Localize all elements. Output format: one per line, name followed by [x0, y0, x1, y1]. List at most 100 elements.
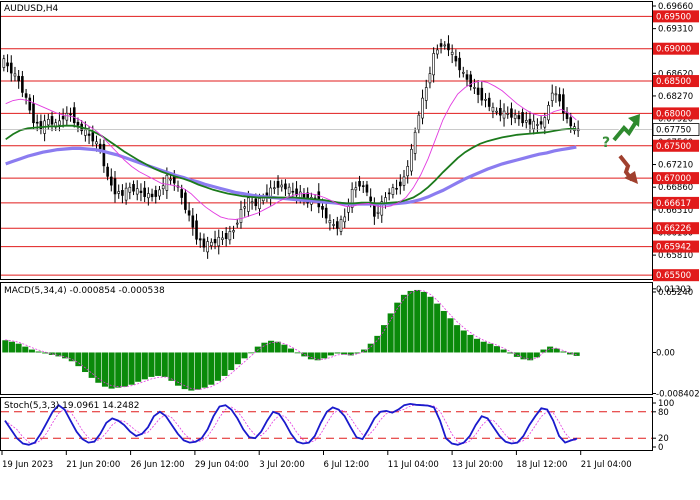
candle-body [358, 181, 361, 187]
candle-body [413, 131, 417, 154]
candle-body [191, 215, 195, 228]
candle-body [6, 62, 9, 67]
candle-body [284, 183, 287, 190]
candle-body [147, 193, 150, 199]
macd-bar [380, 325, 388, 353]
macd-bar [487, 343, 494, 353]
macd-bar [8, 341, 15, 353]
candle-body [132, 184, 135, 192]
candle-body [480, 87, 484, 101]
level-tag-label: 0.68000 [656, 109, 691, 119]
macd-bar [115, 352, 122, 388]
candle-body [510, 108, 513, 118]
macd-bar [135, 352, 142, 382]
macd-bar [234, 352, 241, 365]
candle-body [117, 191, 121, 194]
candle-body [524, 120, 528, 123]
macd-tick-label: 0.00 [656, 348, 675, 358]
macd-bar [241, 352, 248, 359]
candle-body [61, 115, 65, 120]
candle-body [328, 220, 332, 224]
candle-body [443, 44, 447, 47]
candle-body [354, 187, 358, 191]
candle-body [213, 239, 217, 244]
candle-body [332, 224, 335, 226]
candle-body [539, 121, 543, 125]
candle-body [247, 197, 250, 212]
candle-body [521, 112, 524, 124]
macd-bar [467, 334, 474, 353]
macd-bar [420, 291, 427, 353]
macd-bar [387, 313, 394, 353]
stoch-label: Stoch(5,3,3) 19.0961 14.2482 [4, 401, 139, 411]
candle-body [217, 236, 221, 247]
candle-body [110, 176, 113, 186]
price-tick-label: 0.67210 [658, 161, 693, 171]
macd-bar [28, 349, 35, 353]
candle-body [302, 193, 306, 198]
macd-bar [414, 289, 421, 353]
time-tick-label: 18 Jul 12:00 [516, 460, 567, 470]
candle-body [321, 206, 324, 210]
candle-body [91, 132, 95, 142]
current-price-label: 0.67750 [656, 126, 691, 136]
macd-bar [434, 303, 441, 353]
macd-bar [327, 352, 334, 356]
candle-body [165, 174, 169, 191]
candle-body [9, 62, 13, 74]
candle-body [184, 192, 187, 210]
question-icon: ? [602, 135, 610, 151]
candle-body [547, 105, 550, 121]
candle-body [287, 186, 291, 194]
candle-body [180, 189, 183, 198]
price-tick-label: 0.68270 [658, 92, 693, 102]
macd-bar [181, 352, 188, 390]
candle-body [106, 166, 109, 177]
candle-body [150, 193, 154, 198]
candle-body [258, 198, 261, 209]
candle-body [95, 141, 98, 145]
candle-body [154, 190, 158, 197]
candle-body [339, 219, 343, 232]
candle-body [454, 56, 458, 62]
macd-bar [108, 352, 115, 389]
candle-body [343, 216, 347, 223]
candle-body [532, 120, 535, 130]
time-tick-label: 21 Jul 04:00 [581, 460, 632, 470]
candle-body [517, 115, 521, 120]
candle-body [424, 87, 428, 101]
macd-bar [88, 352, 95, 378]
candle-body [273, 187, 276, 190]
candle-body [17, 75, 20, 82]
candle-body [336, 221, 339, 229]
candle-body [32, 103, 35, 124]
candle-body [439, 43, 443, 47]
candle-body [376, 211, 380, 214]
macd-bar [2, 340, 9, 353]
price-tick-label: 0.65810 [658, 251, 693, 261]
candle-body [347, 206, 350, 213]
candle-body [76, 121, 80, 126]
price-tick-label: 0.66860 [658, 183, 693, 193]
candle-body [198, 238, 202, 241]
candle-body [536, 124, 539, 126]
level-tag-label: 0.69000 [656, 45, 691, 55]
candle-body [502, 110, 506, 119]
candle-body [528, 118, 532, 125]
time-tick-label: 3 Jul 20:00 [259, 460, 305, 470]
level-tag-label: 0.66617 [656, 199, 691, 209]
candle-body [161, 185, 165, 190]
macd-tick-label: 0.01303 [656, 285, 691, 295]
candle-body [250, 201, 254, 204]
macd-bar [513, 352, 520, 357]
time-tick-label: 29 Jun 04:00 [195, 460, 249, 470]
candle-body [135, 188, 139, 195]
chart-canvas: 0.696600.693100.689700.686200.682700.679… [0, 0, 700, 500]
candle-body [484, 99, 487, 101]
price-tick-label: 0.69310 [658, 25, 693, 35]
candle-body [235, 222, 239, 225]
macd-bar [128, 352, 135, 385]
time-tick-label: 26 Jun 12:00 [131, 460, 185, 470]
candle-body [402, 176, 406, 186]
macd-bar [321, 352, 328, 359]
